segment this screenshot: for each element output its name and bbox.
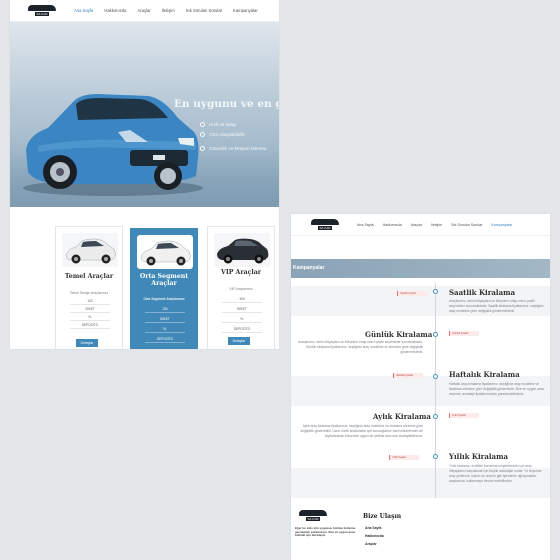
nav-item-home[interactable]: Ana Sayfa xyxy=(357,223,374,227)
footer-about-text: Eğer bu sizin için uygunsa, bizimle ilet… xyxy=(295,526,356,538)
logo-car-icon xyxy=(28,4,56,11)
logo[interactable]: SA CAR xyxy=(309,218,341,232)
category-row: 100 xyxy=(70,299,110,305)
car-icon xyxy=(217,238,269,264)
campaign-text: Haftalık araç kiralama fiyatlarımız, seç… xyxy=(449,382,545,396)
category-car-image xyxy=(62,233,118,267)
category-row: 50KET xyxy=(145,317,185,323)
category-row: YL xyxy=(145,327,185,333)
category-card-basic: Temel Araçlar Temel Seviye Araçlarımız 1… xyxy=(55,226,123,349)
details-button[interactable]: Detaylar xyxy=(228,337,250,345)
footer-link-about[interactable]: Hakkımızda xyxy=(365,534,384,538)
car-icon xyxy=(140,240,191,266)
logo-car-icon xyxy=(311,218,339,225)
nav-item-faq[interactable]: Sık Sorulan Sorular xyxy=(451,223,482,227)
page-title: Kampanyalar xyxy=(293,265,325,271)
homepage-screenshot: SA CAR Ana Sayfa Hakkımızda Araçlar İlet… xyxy=(10,0,279,349)
price-tag[interactable]: Saatlik fiyatlar xyxy=(397,291,427,296)
page-banner: Kampanyalar xyxy=(291,259,550,278)
nav-item-contact[interactable]: İletişim xyxy=(431,223,442,227)
top-navbar: SA CAR Ana Sayfa Hakkımızda Araçlar İlet… xyxy=(10,0,279,22)
hero-section: En uygunu ve en güv Hızlı ve kolay 7/24 … xyxy=(10,22,279,207)
category-row: DEPOZİTO xyxy=(70,323,110,329)
logo[interactable]: SA CAR xyxy=(26,4,58,18)
hero-feature-label: Hızlı ve kolay xyxy=(209,122,237,127)
price-tag[interactable]: Aylık fiyatlar xyxy=(449,413,479,418)
timeline-dot xyxy=(433,374,438,379)
campaign-text: Araçlarımız, farklı ihtiyaçlara ve bütçe… xyxy=(449,299,544,313)
footer-link-cars[interactable]: Araçlar xyxy=(365,542,377,546)
timeline-line xyxy=(435,283,436,498)
nav-item-cars[interactable]: Araçlar xyxy=(411,223,422,227)
footer-links-title: Bize Ulaşın xyxy=(363,513,402,520)
nav-item-campaigns[interactable]: Kampanyalar xyxy=(491,223,512,227)
timeline-dot xyxy=(433,414,438,419)
logo-text: SA CAR xyxy=(35,11,49,16)
campaign-text: Araçlarımız, farklı ihtiyaçlara ve bütçe… xyxy=(298,340,423,354)
nav-item-about[interactable]: Hakkımızda xyxy=(104,8,126,13)
nav-item-contact[interactable]: İletişim xyxy=(162,8,175,13)
category-title: Temel Araçlar xyxy=(64,273,114,280)
footer: SA CAR Eğer bu sizin için uygunsa, bizim… xyxy=(291,503,550,560)
footer-logo[interactable]: SA CAR xyxy=(297,509,329,523)
campaign-title: Günlük Kiralama xyxy=(365,330,433,339)
campaigns-screenshot: SA CAR Ana Sayfa Hakkımızda Araçlar İlet… xyxy=(291,214,550,560)
car-icon xyxy=(65,238,116,264)
nav-item-cars[interactable]: Araçlar xyxy=(137,8,150,13)
nav-item-campaigns[interactable]: Kampanyalar xyxy=(233,8,258,13)
check-icon xyxy=(200,132,205,137)
hero-feature: Hızlı ve kolay xyxy=(200,122,236,127)
campaign-text: Yıllık kiralama, özellikle kurumsal müşt… xyxy=(449,464,542,483)
logo-text: SA CAR xyxy=(318,225,332,230)
hero-feature-label: Güvenilir ve Müşteri Memnu xyxy=(209,146,267,151)
timeline-dot xyxy=(433,289,438,294)
logo-car-icon xyxy=(299,510,327,516)
campaign-title: Yıllık Kiralama xyxy=(449,452,509,461)
check-icon xyxy=(200,122,205,127)
category-subtitle: Temel Seviye Araçlarımız xyxy=(69,291,109,295)
campaign-text: Aylık araç kiralama fiyatlarımız, seçtiğ… xyxy=(300,424,423,438)
category-subtitle: Orta Segment Araçlarımız xyxy=(143,297,185,301)
category-row: 300 xyxy=(222,297,262,303)
category-row: YL xyxy=(70,315,110,321)
price-tag[interactable]: Günlük fiyatlar xyxy=(449,331,479,336)
campaign-title: Aylık Kiralama xyxy=(373,412,431,421)
nav-item-home[interactable]: Ana Sayfa xyxy=(74,8,93,13)
category-row: DEPOZİTO xyxy=(222,327,262,333)
price-tag[interactable]: Haftalık fiyatlar xyxy=(393,373,423,378)
category-car-image xyxy=(214,233,270,267)
nav-item-faq[interactable]: Sık Sorulan Sorular xyxy=(186,8,222,13)
category-subtitle: VIP Araçlarımız xyxy=(229,287,253,291)
hero-title: En uygunu ve en güv xyxy=(174,98,279,110)
category-row: DEPOZİTO xyxy=(145,337,185,343)
category-title: Orta Segment Araçlar xyxy=(139,273,189,287)
check-icon xyxy=(200,146,205,151)
price-tag[interactable]: Yıllık fiyatlar xyxy=(389,455,419,460)
category-row: 30KET xyxy=(70,307,110,313)
hero-feature-label: 7/24 Ulaşılabilirlik xyxy=(209,132,245,137)
details-button[interactable]: Detaylar xyxy=(76,339,98,347)
timeline-dot xyxy=(433,454,438,459)
top-navbar: SA CAR Ana Sayfa Hakkımızda Araçlar İlet… xyxy=(291,214,550,236)
timeline-dot xyxy=(433,332,438,337)
nav-item-about[interactable]: Hakkımızda xyxy=(383,223,402,227)
category-row: 80KET xyxy=(222,307,262,313)
campaign-title: Saatlik Kiralama xyxy=(449,288,516,297)
footer-link-home[interactable]: Ana Sayfa xyxy=(365,526,381,530)
category-row: YL xyxy=(222,317,262,323)
category-card-mid: Orta Segment Araçlar Orta Segment Araçla… xyxy=(130,228,198,349)
category-car-image xyxy=(137,235,193,269)
category-card-vip: VIP Araçlar VIP Araçlarımız 300 80KET YL… xyxy=(207,226,275,349)
hero-feature: 7/24 Ulaşılabilirlik xyxy=(200,132,245,137)
category-title: VIP Araçlar xyxy=(221,269,261,276)
category-row: 150 xyxy=(145,307,185,313)
logo-text: SA CAR xyxy=(306,517,320,521)
campaign-title: Haftalık Kiralama xyxy=(449,370,520,379)
hero-feature: Güvenilir ve Müşteri Memnu xyxy=(200,146,266,151)
